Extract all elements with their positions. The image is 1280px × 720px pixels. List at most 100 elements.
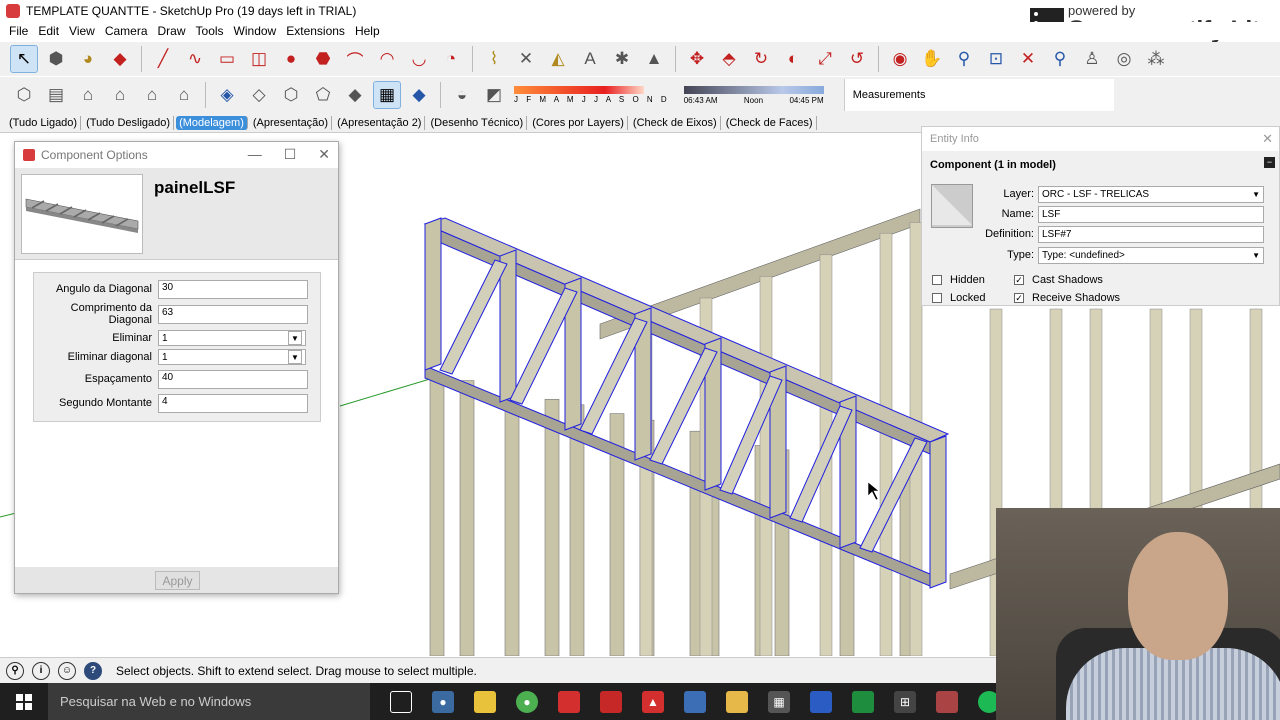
circle-tool-icon[interactable]: ● <box>277 45 305 73</box>
follow-me-icon[interactable]: ◐ <box>779 45 807 73</box>
chrome-icon[interactable]: ● <box>516 690 538 713</box>
segundo-montante-input[interactable]: 4 <box>158 393 308 413</box>
scene-tab-cores-por-layers[interactable]: (Cores por Layers) <box>529 115 628 130</box>
apply-button[interactable]: Apply <box>155 571 200 590</box>
tape-measure-icon[interactable]: ⌇ <box>480 45 508 73</box>
scene-tab-check-de-eixos[interactable]: (Check de Eixos) <box>630 115 721 130</box>
previous-view-icon[interactable]: ⚲ <box>1046 45 1074 73</box>
layout-icon[interactable] <box>600 690 622 713</box>
measurements-box[interactable]: Measurements <box>843 79 1114 111</box>
shaded-style-icon[interactable]: ◆ <box>341 81 369 109</box>
close-icon[interactable]: ✕ <box>318 146 330 163</box>
menu-draw[interactable]: Draw <box>153 24 191 38</box>
media-icon[interactable] <box>936 690 958 713</box>
select-tool-icon[interactable]: ↖ <box>10 45 38 73</box>
minimize-icon[interactable]: — <box>248 146 262 163</box>
zoom-tool-icon[interactable]: ⚲ <box>950 45 978 73</box>
menu-extensions[interactable]: Extensions <box>281 24 350 38</box>
material-swatch[interactable] <box>931 184 973 228</box>
orbit-tool-icon[interactable]: ◉ <box>886 45 914 73</box>
rotated-rectangle-icon[interactable]: ◫ <box>245 45 273 73</box>
hidden-line-style-icon[interactable]: ⬠ <box>309 81 337 109</box>
sketchup-taskbar-icon[interactable] <box>558 690 580 713</box>
menu-tools[interactable]: Tools <box>191 24 229 38</box>
menu-camera[interactable]: Camera <box>100 24 153 38</box>
shadow-settings-icon[interactable]: ◒ <box>448 81 476 109</box>
monochrome-style-icon[interactable]: ◆ <box>405 81 433 109</box>
docs-icon[interactable] <box>810 690 832 713</box>
pie-tool-icon[interactable]: ◔ <box>437 45 465 73</box>
look-around-icon[interactable]: ◎ <box>1110 45 1138 73</box>
menu-file[interactable]: File <box>4 24 33 38</box>
paint-bucket-icon[interactable]: ◕ <box>74 45 102 73</box>
shadow-time-slider[interactable]: 06:43 AM Noon 04:45 PM <box>683 85 824 105</box>
credits-icon[interactable]: i <box>32 661 50 680</box>
help-icon[interactable]: ? <box>84 661 102 680</box>
chevron-down-icon[interactable]: ▼ <box>1252 190 1260 199</box>
menu-window[interactable]: Window <box>229 24 282 38</box>
name-field[interactable]: LSF <box>1038 205 1264 223</box>
pan-tool-icon[interactable]: ✋ <box>918 45 946 73</box>
menu-help[interactable]: Help <box>350 24 385 38</box>
three-point-arc-icon[interactable]: ◡ <box>405 45 433 73</box>
axes-tool-icon[interactable]: ✱ <box>608 45 636 73</box>
shadow-date-slider[interactable]: J F M A M J J A S O N D <box>514 86 670 104</box>
hidden-checkbox[interactable] <box>932 275 942 285</box>
move-tool-icon[interactable]: ✥ <box>683 45 711 73</box>
chevron-down-icon[interactable]: ▼ <box>1252 251 1260 260</box>
file-explorer-icon[interactable] <box>474 690 496 713</box>
user-icon[interactable]: ☺ <box>58 661 76 680</box>
protractor-icon[interactable]: ◭ <box>544 45 572 73</box>
layer-select[interactable]: ORC - LSF - TRELICAS ▼ <box>1038 185 1264 203</box>
acrobat-icon[interactable]: ▲ <box>642 690 664 713</box>
store-icon[interactable]: ⊞ <box>894 690 916 713</box>
chevron-down-icon[interactable]: ▼ <box>288 350 302 364</box>
line-tool-icon[interactable]: ╱ <box>149 45 177 73</box>
menu-edit[interactable]: Edit <box>33 24 64 38</box>
push-pull-icon[interactable]: ⬘ <box>715 45 743 73</box>
sheets-icon[interactable] <box>852 690 874 713</box>
receive-shadows-checkbox[interactable]: ✓ <box>1014 293 1024 303</box>
task-view-icon[interactable] <box>390 690 412 713</box>
zoom-extents-icon[interactable]: ✕ <box>1014 45 1042 73</box>
chevron-down-icon[interactable]: ▼ <box>288 331 302 345</box>
component-tool-icon[interactable]: ⬢ <box>42 45 70 73</box>
eliminar-select[interactable]: 1 ▼ <box>158 330 306 346</box>
scene-tab-tudo-desligado[interactable]: (Tudo Desligado) <box>83 115 175 130</box>
back-view-icon[interactable]: ⌂ <box>138 81 166 109</box>
collapse-icon[interactable]: − <box>1264 157 1275 168</box>
top-view-icon[interactable]: ▤ <box>42 81 70 109</box>
start-button[interactable] <box>0 683 48 720</box>
scene-tab-desenho-tecnico[interactable]: (Desenho Técnico) <box>427 115 528 130</box>
text-tool-icon[interactable]: A <box>576 45 604 73</box>
scene-tab-modelagem[interactable]: (Modelagem) <box>176 115 248 130</box>
calculator-icon[interactable]: ▦ <box>768 690 790 713</box>
entity-info-title[interactable]: Entity Info <box>922 127 1279 151</box>
comprimento-diagonal-input[interactable]: 63 <box>158 304 308 324</box>
walk-tool-icon[interactable]: ⁂ <box>1142 45 1170 73</box>
menu-view[interactable]: View <box>64 24 100 38</box>
wireframe-style-icon[interactable]: ⬡ <box>277 81 305 109</box>
freehand-tool-icon[interactable]: ∿ <box>181 45 209 73</box>
3d-text-icon[interactable]: ▲ <box>640 45 668 73</box>
taskbar-search[interactable]: Pesquisar na Web e no Windows <box>48 683 370 720</box>
definition-field[interactable]: LSF#7 <box>1038 225 1264 243</box>
rectangle-tool-icon[interactable]: ▭ <box>213 45 241 73</box>
dimension-icon[interactable]: ✕ <box>512 45 540 73</box>
scene-tab-apresentacao-2[interactable]: (Apresentação 2) <box>334 115 426 130</box>
geo-location-icon[interactable]: ⚲ <box>6 661 24 680</box>
scale-tool-icon[interactable]: ⤢ <box>811 45 839 73</box>
espacamento-input[interactable]: 40 <box>158 369 308 389</box>
locked-checkbox[interactable] <box>932 293 942 303</box>
close-icon[interactable]: ✕ <box>1262 131 1273 147</box>
rotate-tool-icon[interactable]: ↻ <box>747 45 775 73</box>
notes-icon[interactable] <box>726 690 748 713</box>
left-view-icon[interactable]: ⌂ <box>170 81 198 109</box>
cast-shadows-checkbox[interactable]: ✓ <box>1014 275 1024 285</box>
eliminar-diagonal-select[interactable]: 1 ▼ <box>158 349 306 365</box>
offset-tool-icon[interactable]: ↺ <box>843 45 871 73</box>
position-camera-icon[interactable]: ♙ <box>1078 45 1106 73</box>
angulo-diagonal-input[interactable]: 30 <box>158 279 308 299</box>
selected-truss[interactable] <box>423 217 950 589</box>
shaded-textures-style-icon[interactable]: ▦ <box>373 81 401 109</box>
